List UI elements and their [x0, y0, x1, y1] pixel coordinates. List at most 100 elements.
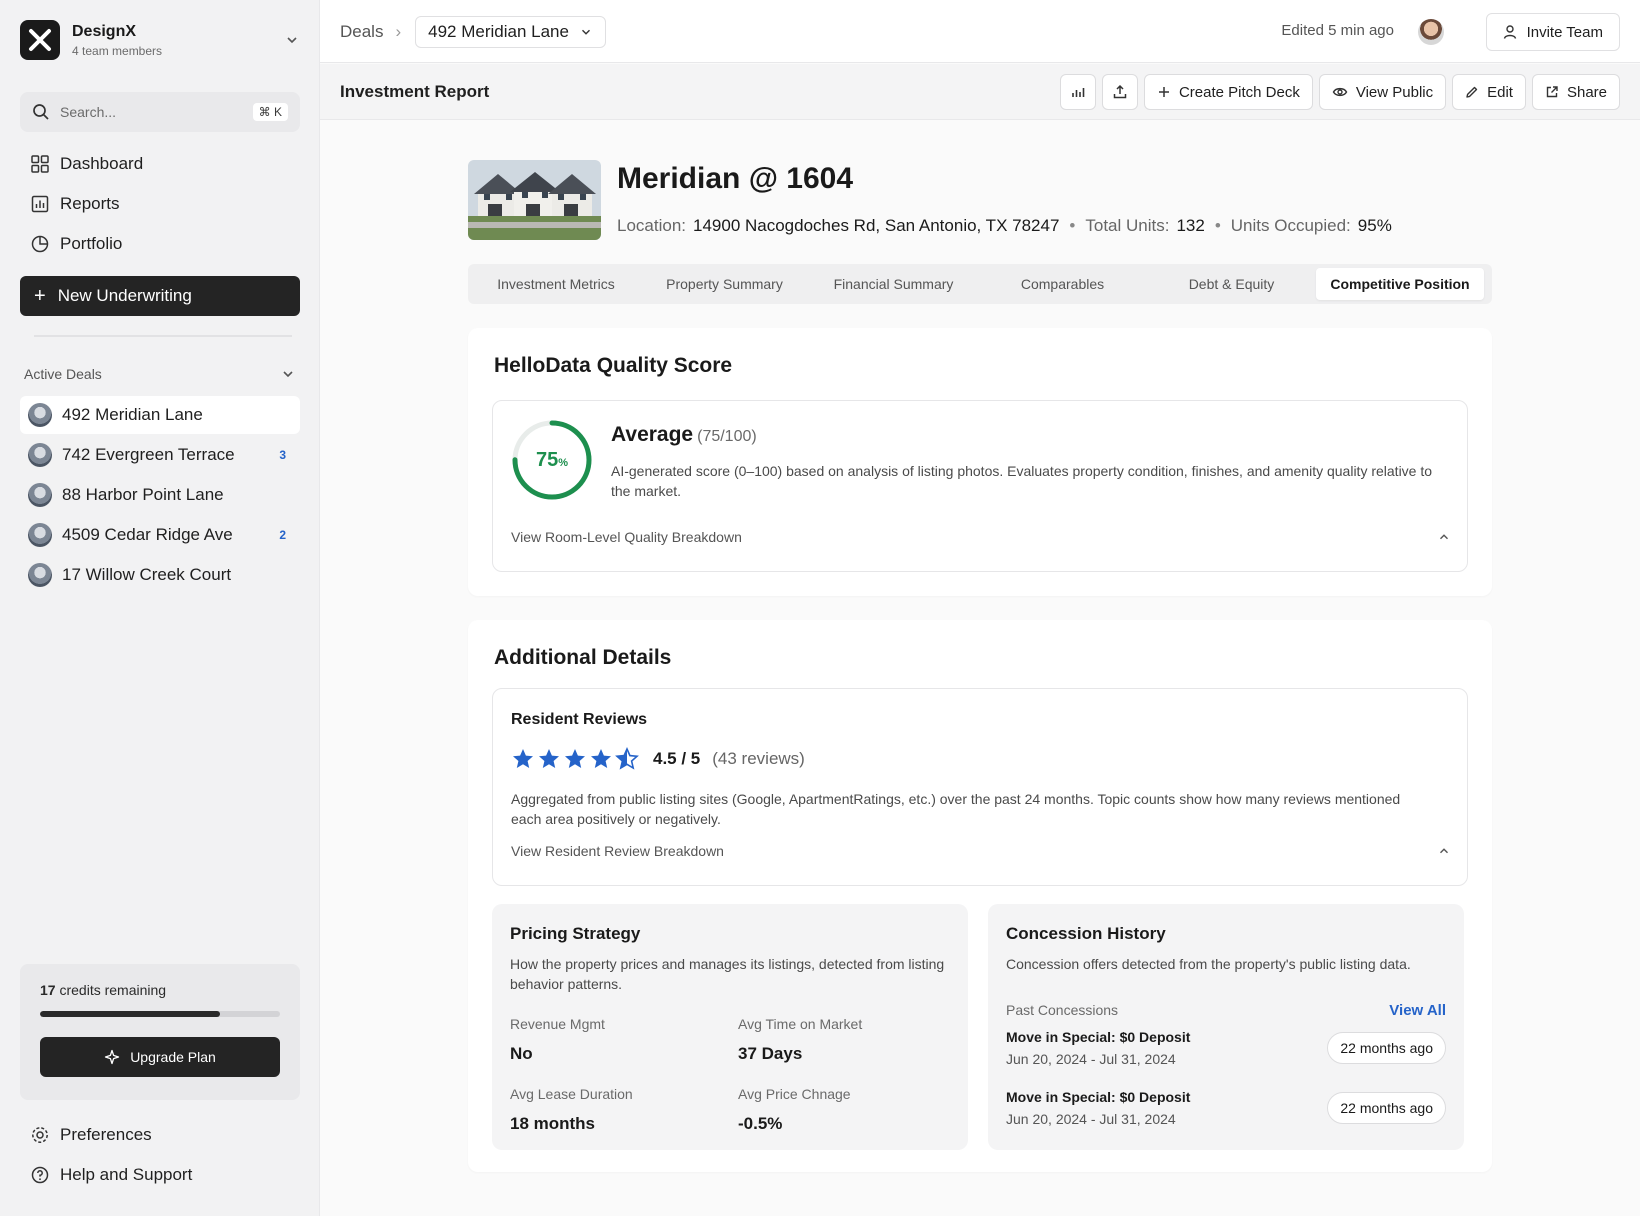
edit-button[interactable]: Edit [1452, 74, 1526, 110]
metric-label: Revenue Mgmt [510, 1016, 605, 1032]
upgrade-plan-button[interactable]: Upgrade Plan [40, 1037, 280, 1077]
tab-financial-summary[interactable]: Financial Summary [809, 268, 978, 300]
reviews-description: Aggregated from public listing sites (Go… [511, 791, 1401, 827]
deal-selector-dropdown[interactable]: 492 Meridian Lane [415, 16, 606, 48]
concession-history-title: Concession History [1006, 924, 1166, 943]
view-public-label: View Public [1355, 83, 1434, 101]
edit-label: Edit [1487, 83, 1513, 101]
chevron-up-icon [1440, 848, 1448, 854]
active-deals-header[interactable]: Active Deals [24, 366, 296, 382]
deal-thumbnail [28, 563, 52, 587]
star-icon [565, 749, 585, 768]
tab-comparables[interactable]: Comparables [978, 268, 1147, 300]
tab-debt-equity[interactable]: Debt & Equity [1147, 268, 1316, 300]
property-name: Meridian @ 1604 [617, 162, 854, 195]
concession-title: Move in Special: $0 Deposit [1006, 1089, 1191, 1105]
help-icon [31, 1166, 49, 1184]
nav-reports-label: Reports [60, 194, 120, 213]
property-photo [468, 160, 601, 240]
designx-logo [20, 20, 60, 60]
tab-investment-metrics[interactable]: Investment Metrics [472, 268, 640, 300]
separator-dot: • [1214, 216, 1221, 235]
workspace-name: DesignX [72, 22, 137, 40]
chevron-down-icon [581, 29, 590, 35]
metric-value: No [510, 1044, 533, 1063]
nav-reports[interactable]: Reports [20, 186, 300, 222]
nav-portfolio[interactable]: Portfolio [20, 226, 300, 262]
pricing-strategy-description: How the property prices and manages its … [510, 956, 945, 992]
search-placeholder: Search... [60, 104, 117, 120]
deal-item-492-meridian-lane[interactable]: 492 Meridian Lane [20, 396, 300, 434]
deal-thumbnail [28, 403, 52, 427]
concession-item: Move in Special: $0 Deposit Jun 20, 2024… [1006, 1026, 1446, 1070]
deal-item-742-evergreen-terrace[interactable]: 742 Evergreen Terrace 3 [20, 436, 300, 474]
analytics-button[interactable] [1059, 74, 1096, 110]
create-pitch-deck-label: Create Pitch Deck [1178, 83, 1300, 101]
breadcrumb: Deals › 492 Meridian Lane [340, 16, 606, 48]
chevron-down-icon[interactable] [284, 32, 300, 48]
concession-history-panel: Concession History Concession offers det… [988, 904, 1464, 1150]
credits-progress-fill [40, 1011, 220, 1017]
deal-selector-value: 492 Meridian Lane [428, 22, 569, 41]
quality-breakdown-toggle[interactable]: View Room-Level Quality Breakdown [511, 529, 1451, 545]
new-underwriting-label: New Underwriting [57, 286, 192, 305]
quality-score-description: AI-generated score (0–100) based on anal… [611, 463, 1433, 499]
deal-item-4509-cedar-ridge-ave[interactable]: 4509 Cedar Ridge Ave 2 [20, 516, 300, 554]
quality-score-title: HelloData Quality Score [494, 354, 733, 377]
deal-label: 4509 Cedar Ridge Ave [62, 525, 233, 544]
sidebar-divider [34, 335, 292, 337]
search-shortcut: ⌘ K [252, 103, 288, 121]
concession-history-description: Concession offers detected from the prop… [1006, 956, 1411, 972]
invite-team-button[interactable]: Invite Team [1485, 13, 1620, 51]
breadcrumb-deals[interactable]: Deals [340, 22, 383, 42]
plus-icon: + [34, 285, 46, 307]
metric-value: 18 months [510, 1114, 596, 1133]
quality-rating: Average (75/100) [611, 423, 757, 447]
deal-item-88-harbor-point-lane[interactable]: 88 Harbor Point Lane [20, 476, 300, 514]
property-meta: Location: 14900 Nacogdoches Rd, San Anto… [617, 216, 1392, 236]
quality-rating-text: Average [611, 423, 694, 446]
quality-score-card: HelloData Quality Score 75% Average (75/1… [468, 328, 1492, 596]
create-pitch-deck-button[interactable]: Create Pitch Deck [1143, 74, 1313, 110]
metric-label: Avg Price Chnage [738, 1086, 851, 1102]
review-breakdown-toggle[interactable]: View Resident Review Breakdown [511, 843, 1451, 859]
credits-count: 17 [40, 982, 56, 998]
tab-property-summary[interactable]: Property Summary [640, 268, 809, 300]
nav-dashboard[interactable]: Dashboard [20, 146, 300, 182]
metric-label: Avg Lease Duration [510, 1086, 633, 1102]
eye-icon [1332, 87, 1348, 97]
deal-badge: 3 [279, 448, 286, 462]
workspace-switcher[interactable]: DesignX 4 team members [20, 18, 300, 62]
nav-preferences[interactable]: Preferences [20, 1117, 300, 1153]
share-button[interactable]: Share [1531, 74, 1620, 110]
quality-breakdown-label: View Room-Level Quality Breakdown [511, 529, 742, 545]
metric-value: -0.5% [738, 1114, 783, 1133]
dashboard-icon [31, 155, 49, 173]
search-input[interactable]: Search... ⌘ K [20, 92, 300, 132]
nav-help-support[interactable]: Help and Support [20, 1157, 300, 1193]
quality-score-panel: 75% Average (75/100) AI-generated score (… [492, 400, 1468, 572]
deal-thumbnail [28, 483, 52, 507]
tab-competitive-position[interactable]: Competitive Position [1316, 268, 1484, 300]
topbar: Deals › 492 Meridian Lane Edited 5 min a… [320, 0, 1640, 63]
deal-badge: 2 [279, 528, 286, 542]
concession-dates: Jun 20, 2024 - Jul 31, 2024 [1006, 1051, 1176, 1067]
pencil-icon [1466, 86, 1478, 98]
view-all-link[interactable]: View All [1389, 1002, 1446, 1019]
sparkle-icon [105, 1049, 120, 1065]
concession-item: Move in Special: $0 Deposit Jun 20, 2024… [1006, 1086, 1446, 1130]
star-rating: 4.5 / 5 (43 reviews) [511, 747, 805, 771]
new-underwriting-button[interactable]: + New Underwriting [20, 276, 300, 316]
deal-item-17-willow-creek-court[interactable]: 17 Willow Creek Court [20, 556, 300, 594]
search-icon [33, 104, 49, 120]
view-public-button[interactable]: View Public [1318, 74, 1447, 110]
metric-revenue-mgmt: Revenue Mgmt No [510, 1016, 605, 1064]
avatar[interactable] [1418, 19, 1444, 45]
export-button[interactable] [1101, 74, 1138, 110]
active-deals-title: Active Deals [24, 366, 102, 382]
past-concessions-label: Past Concessions [1006, 1002, 1119, 1018]
report-tabs: Investment Metrics Property Summary Fina… [468, 264, 1492, 304]
reports-icon [31, 195, 49, 213]
nav-dashboard-label: Dashboard [60, 154, 144, 173]
concession-age-badge: 22 months ago [1327, 1092, 1446, 1124]
